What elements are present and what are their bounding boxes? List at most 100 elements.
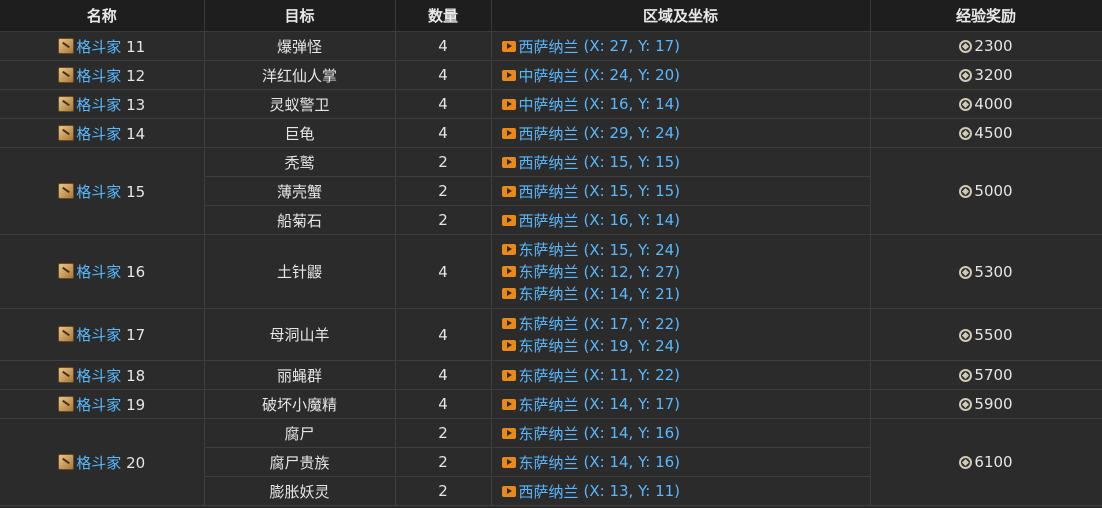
zone-name[interactable]: 中萨纳兰 (519, 65, 579, 86)
zone-name[interactable]: 西萨纳兰 (519, 152, 579, 173)
exp-icon (959, 398, 973, 411)
location-cell: 西萨纳兰 (X: 27, Y: 17) (491, 31, 871, 61)
quest-name-cell[interactable]: 格斗家 13 (0, 89, 205, 119)
location-link[interactable]: 东萨纳兰 (X: 14, Y: 17) (501, 393, 870, 415)
quest-name-link[interactable]: 格斗家 (76, 125, 121, 143)
location-link[interactable]: 东萨纳兰 (X: 12, Y: 27) (501, 261, 870, 283)
count-cell: 4 (395, 360, 492, 390)
quest-name-cell[interactable]: 格斗家 12 (0, 60, 205, 90)
quest-name-link[interactable]: 格斗家 (76, 38, 121, 56)
zone-name[interactable]: 东萨纳兰 (519, 335, 579, 356)
location-link[interactable]: 西萨纳兰 (X: 15, Y: 15) (501, 180, 870, 202)
location-link[interactable]: 东萨纳兰 (X: 11, Y: 22) (501, 364, 870, 386)
target-cell: 巨龟 (204, 118, 396, 148)
location-link[interactable]: 东萨纳兰 (X: 14, Y: 21) (501, 283, 870, 305)
quest-name-link[interactable]: 格斗家 (76, 396, 121, 414)
quest-name-link[interactable]: 格斗家 (76, 454, 121, 472)
location-link[interactable]: 西萨纳兰 (X: 15, Y: 15) (501, 151, 870, 173)
zone-name[interactable]: 西萨纳兰 (519, 210, 579, 231)
location-link[interactable]: 东萨纳兰 (X: 15, Y: 24) (501, 239, 870, 261)
quest-name-cell[interactable]: 格斗家 15 (0, 147, 205, 235)
quest-scroll-icon (58, 66, 75, 83)
zone-name[interactable]: 东萨纳兰 (519, 365, 579, 386)
quest-name-link[interactable]: 格斗家 (76, 263, 121, 281)
zone-coordinates[interactable]: (X: 27, Y: 17) (584, 37, 681, 55)
zone-coordinates[interactable]: (X: 24, Y: 20) (584, 66, 681, 84)
quest-name-cell[interactable]: 格斗家 11 (0, 31, 205, 61)
location-link[interactable]: 西萨纳兰 (X: 29, Y: 24) (501, 122, 870, 144)
location-link[interactable]: 中萨纳兰 (X: 24, Y: 20) (501, 64, 870, 86)
exp-value: 5700 (974, 366, 1013, 384)
zone-name[interactable]: 东萨纳兰 (519, 313, 579, 334)
exp-value: 4500 (974, 124, 1013, 142)
zone-name[interactable]: 东萨纳兰 (519, 394, 579, 415)
zone-name[interactable]: 东萨纳兰 (519, 452, 579, 473)
zone-name[interactable]: 东萨纳兰 (519, 239, 579, 260)
map-marker-icon (501, 127, 516, 139)
table-row: 格斗家 15 秃鹫 2 西萨纳兰 (X: 15, Y: 15) 5000 (0, 147, 1102, 235)
target-cell: 爆弹怪 (204, 31, 396, 61)
quest-name-cell[interactable]: 格斗家 20 (0, 418, 205, 506)
zone-coordinates[interactable]: (X: 17, Y: 22) (584, 315, 681, 333)
header-name: 名称 (0, 0, 205, 32)
zone-name[interactable]: 中萨纳兰 (519, 94, 579, 115)
location-link[interactable]: 东萨纳兰 (X: 14, Y: 16) (501, 451, 870, 473)
zone-name[interactable]: 西萨纳兰 (519, 36, 579, 57)
zone-coordinates[interactable]: (X: 11, Y: 22) (584, 366, 681, 384)
zone-coordinates[interactable]: (X: 14, Y: 21) (584, 285, 681, 303)
location-link[interactable]: 东萨纳兰 (X: 14, Y: 16) (501, 422, 870, 444)
exp-reward-cell: 5300 (870, 234, 1102, 309)
location-cell: 西萨纳兰 (X: 29, Y: 24) (491, 118, 871, 148)
quest-name-cell[interactable]: 格斗家 16 (0, 234, 205, 309)
zone-name[interactable]: 西萨纳兰 (519, 123, 579, 144)
zone-coordinates[interactable]: (X: 13, Y: 11) (584, 482, 681, 500)
quest-scroll-icon (58, 395, 75, 412)
exp-value: 2300 (974, 37, 1013, 55)
location-cell: 东萨纳兰 (X: 15, Y: 24) 东萨纳兰 (X: 12, Y: 27) 东萨纳兰… (491, 234, 871, 309)
zone-coordinates[interactable]: (X: 14, Y: 16) (584, 453, 681, 471)
target-cell: 秃鹫 (204, 147, 396, 177)
quest-name-link[interactable]: 格斗家 (76, 96, 121, 114)
location-cell: 西萨纳兰 (X: 15, Y: 15) (491, 176, 871, 206)
exp-reward-cell: 4500 (870, 118, 1102, 148)
zone-coordinates[interactable]: (X: 14, Y: 17) (584, 395, 681, 413)
zone-name[interactable]: 西萨纳兰 (519, 181, 579, 202)
zone-coordinates[interactable]: (X: 16, Y: 14) (584, 95, 681, 113)
zone-name[interactable]: 西萨纳兰 (519, 481, 579, 502)
quest-name-cell[interactable]: 格斗家 19 (0, 389, 205, 419)
map-marker-icon (501, 40, 516, 52)
zone-name[interactable]: 东萨纳兰 (519, 261, 579, 282)
zone-coordinates[interactable]: (X: 15, Y: 15) (584, 153, 681, 171)
zone-coordinates[interactable]: (X: 14, Y: 16) (584, 424, 681, 442)
location-link[interactable]: 东萨纳兰 (X: 17, Y: 22) (501, 313, 870, 335)
zone-coordinates[interactable]: (X: 29, Y: 24) (584, 124, 681, 142)
zone-coordinates[interactable]: (X: 16, Y: 14) (584, 211, 681, 229)
zone-name[interactable]: 东萨纳兰 (519, 423, 579, 444)
location-link[interactable]: 西萨纳兰 (X: 27, Y: 17) (501, 35, 870, 57)
zone-coordinates[interactable]: (X: 15, Y: 24) (584, 241, 681, 259)
header-location: 区域及坐标 (491, 0, 871, 32)
exp-icon (959, 185, 973, 198)
zone-name[interactable]: 东萨纳兰 (519, 283, 579, 304)
quest-number: 19 (126, 395, 146, 414)
quest-name-cell[interactable]: 格斗家 17 (0, 308, 205, 361)
map-marker-icon (501, 214, 516, 226)
zone-coordinates[interactable]: (X: 19, Y: 24) (584, 337, 681, 355)
quest-name-cell[interactable]: 格斗家 18 (0, 360, 205, 390)
location-link[interactable]: 中萨纳兰 (X: 16, Y: 14) (501, 93, 870, 115)
exp-value: 6100 (974, 453, 1013, 471)
quest-name-link[interactable]: 格斗家 (76, 367, 121, 385)
zone-coordinates[interactable]: (X: 12, Y: 27) (584, 263, 681, 281)
location-link[interactable]: 西萨纳兰 (X: 13, Y: 11) (501, 480, 870, 502)
quest-name-link[interactable]: 格斗家 (76, 326, 121, 344)
quest-name-link[interactable]: 格斗家 (76, 67, 121, 85)
table-row: 格斗家 13 灵蚁警卫 4 中萨纳兰 (X: 16, Y: 14) 4000 (0, 89, 1102, 119)
quest-name-cell[interactable]: 格斗家 14 (0, 118, 205, 148)
table-row: 格斗家 19 破坏小魔精 4 东萨纳兰 (X: 14, Y: 17) 5900 (0, 389, 1102, 419)
location-link[interactable]: 西萨纳兰 (X: 16, Y: 14) (501, 209, 870, 231)
location-link[interactable]: 东萨纳兰 (X: 19, Y: 24) (501, 335, 870, 357)
zone-coordinates[interactable]: (X: 15, Y: 15) (584, 182, 681, 200)
quest-name-link[interactable]: 格斗家 (76, 183, 121, 201)
map-marker-icon (501, 69, 516, 81)
quest-scroll-icon (58, 453, 75, 470)
